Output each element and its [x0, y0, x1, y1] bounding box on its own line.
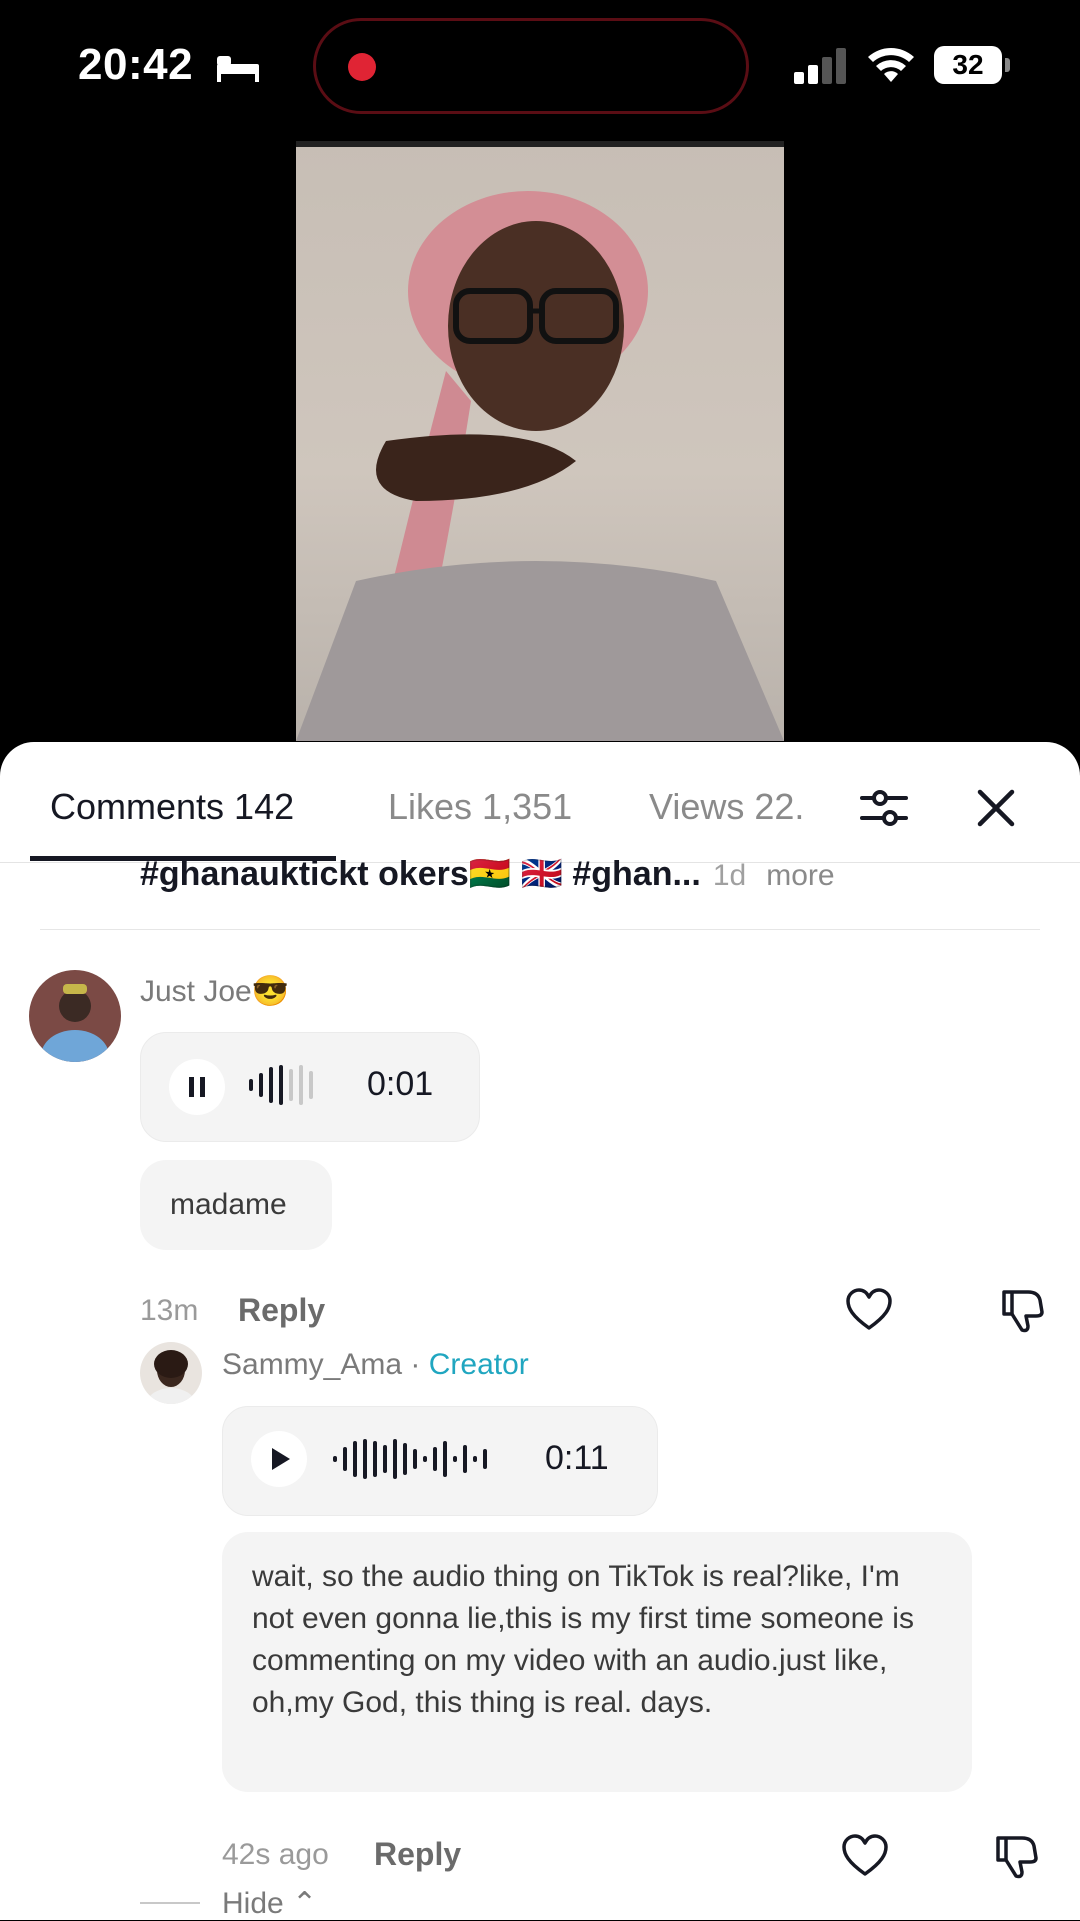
- voice-comment-player: 0:01: [140, 1032, 480, 1142]
- waveform-icon: [333, 1439, 487, 1479]
- pause-button[interactable]: [169, 1059, 225, 1115]
- avatar[interactable]: [29, 970, 121, 1062]
- dislike-icon[interactable]: [998, 1288, 1044, 1334]
- status-bar: 20:42 32: [0, 0, 1080, 135]
- video-frame-image: [296, 191, 784, 741]
- heart-icon[interactable]: [846, 1288, 892, 1334]
- play-button[interactable]: [251, 1431, 307, 1487]
- close-icon[interactable]: [972, 784, 1020, 832]
- audio-duration: 0:11: [545, 1439, 609, 1477]
- comment-text: madame: [140, 1160, 332, 1250]
- battery-icon: 32: [934, 46, 1010, 84]
- filter-icon[interactable]: [858, 782, 910, 834]
- dynamic-island[interactable]: [313, 18, 749, 114]
- dislike-icon[interactable]: [992, 1834, 1038, 1880]
- hide-replies-button[interactable]: Hide ⌃: [222, 1886, 317, 1921]
- name-separator: ·: [410, 1348, 421, 1381]
- play-icon: [272, 1448, 290, 1470]
- comment-text: wait, so the audio thing on TikTok is re…: [222, 1532, 972, 1792]
- comment-username[interactable]: Sammy_Ama: [222, 1348, 402, 1381]
- reply-button[interactable]: Reply: [374, 1836, 461, 1873]
- recording-indicator-icon: [348, 53, 376, 81]
- reply-username-row: Sammy_Ama · Creator: [222, 1348, 529, 1382]
- voice-comment-player: 0:11: [222, 1406, 658, 1516]
- cellular-signal-icon: [794, 48, 846, 84]
- comments-sheet: Comments 142 Likes 1,351 Views 22. #ghan…: [0, 742, 1080, 1920]
- tab-likes[interactable]: Likes 1,351: [388, 786, 572, 828]
- sleep-focus-icon: [217, 56, 259, 82]
- audio-duration: 0:01: [367, 1065, 434, 1103]
- caption-text: #ghanauktickt okers🇬🇭 🇬🇧 #ghan...: [140, 855, 701, 893]
- video-preview[interactable]: [296, 141, 784, 741]
- avatar[interactable]: [140, 1342, 202, 1404]
- video-caption[interactable]: #ghanauktickt okers🇬🇭 🇬🇧 #ghan... 1d more: [140, 854, 835, 894]
- tab-comments[interactable]: Comments 142: [50, 786, 294, 828]
- comment-age: 13m: [140, 1294, 199, 1327]
- pause-icon: [189, 1077, 205, 1097]
- reply-button[interactable]: Reply: [238, 1292, 325, 1329]
- tab-views[interactable]: Views 22.: [649, 786, 839, 828]
- comment-age: 42s ago: [222, 1838, 329, 1871]
- caption-more-link[interactable]: more: [766, 859, 834, 892]
- battery-level: 32: [934, 46, 1002, 84]
- comment-username[interactable]: Just Joe😎: [140, 974, 289, 1009]
- waveform-icon: [249, 1065, 313, 1105]
- creator-badge: Creator: [428, 1348, 529, 1381]
- clock: 20:42: [78, 40, 194, 89]
- heart-icon[interactable]: [842, 1834, 888, 1880]
- thread-line: [140, 1902, 200, 1904]
- wifi-icon: [868, 48, 914, 82]
- tab-bar: Comments 142 Likes 1,351 Views 22.: [0, 742, 1080, 863]
- caption-age: 1d: [712, 859, 747, 892]
